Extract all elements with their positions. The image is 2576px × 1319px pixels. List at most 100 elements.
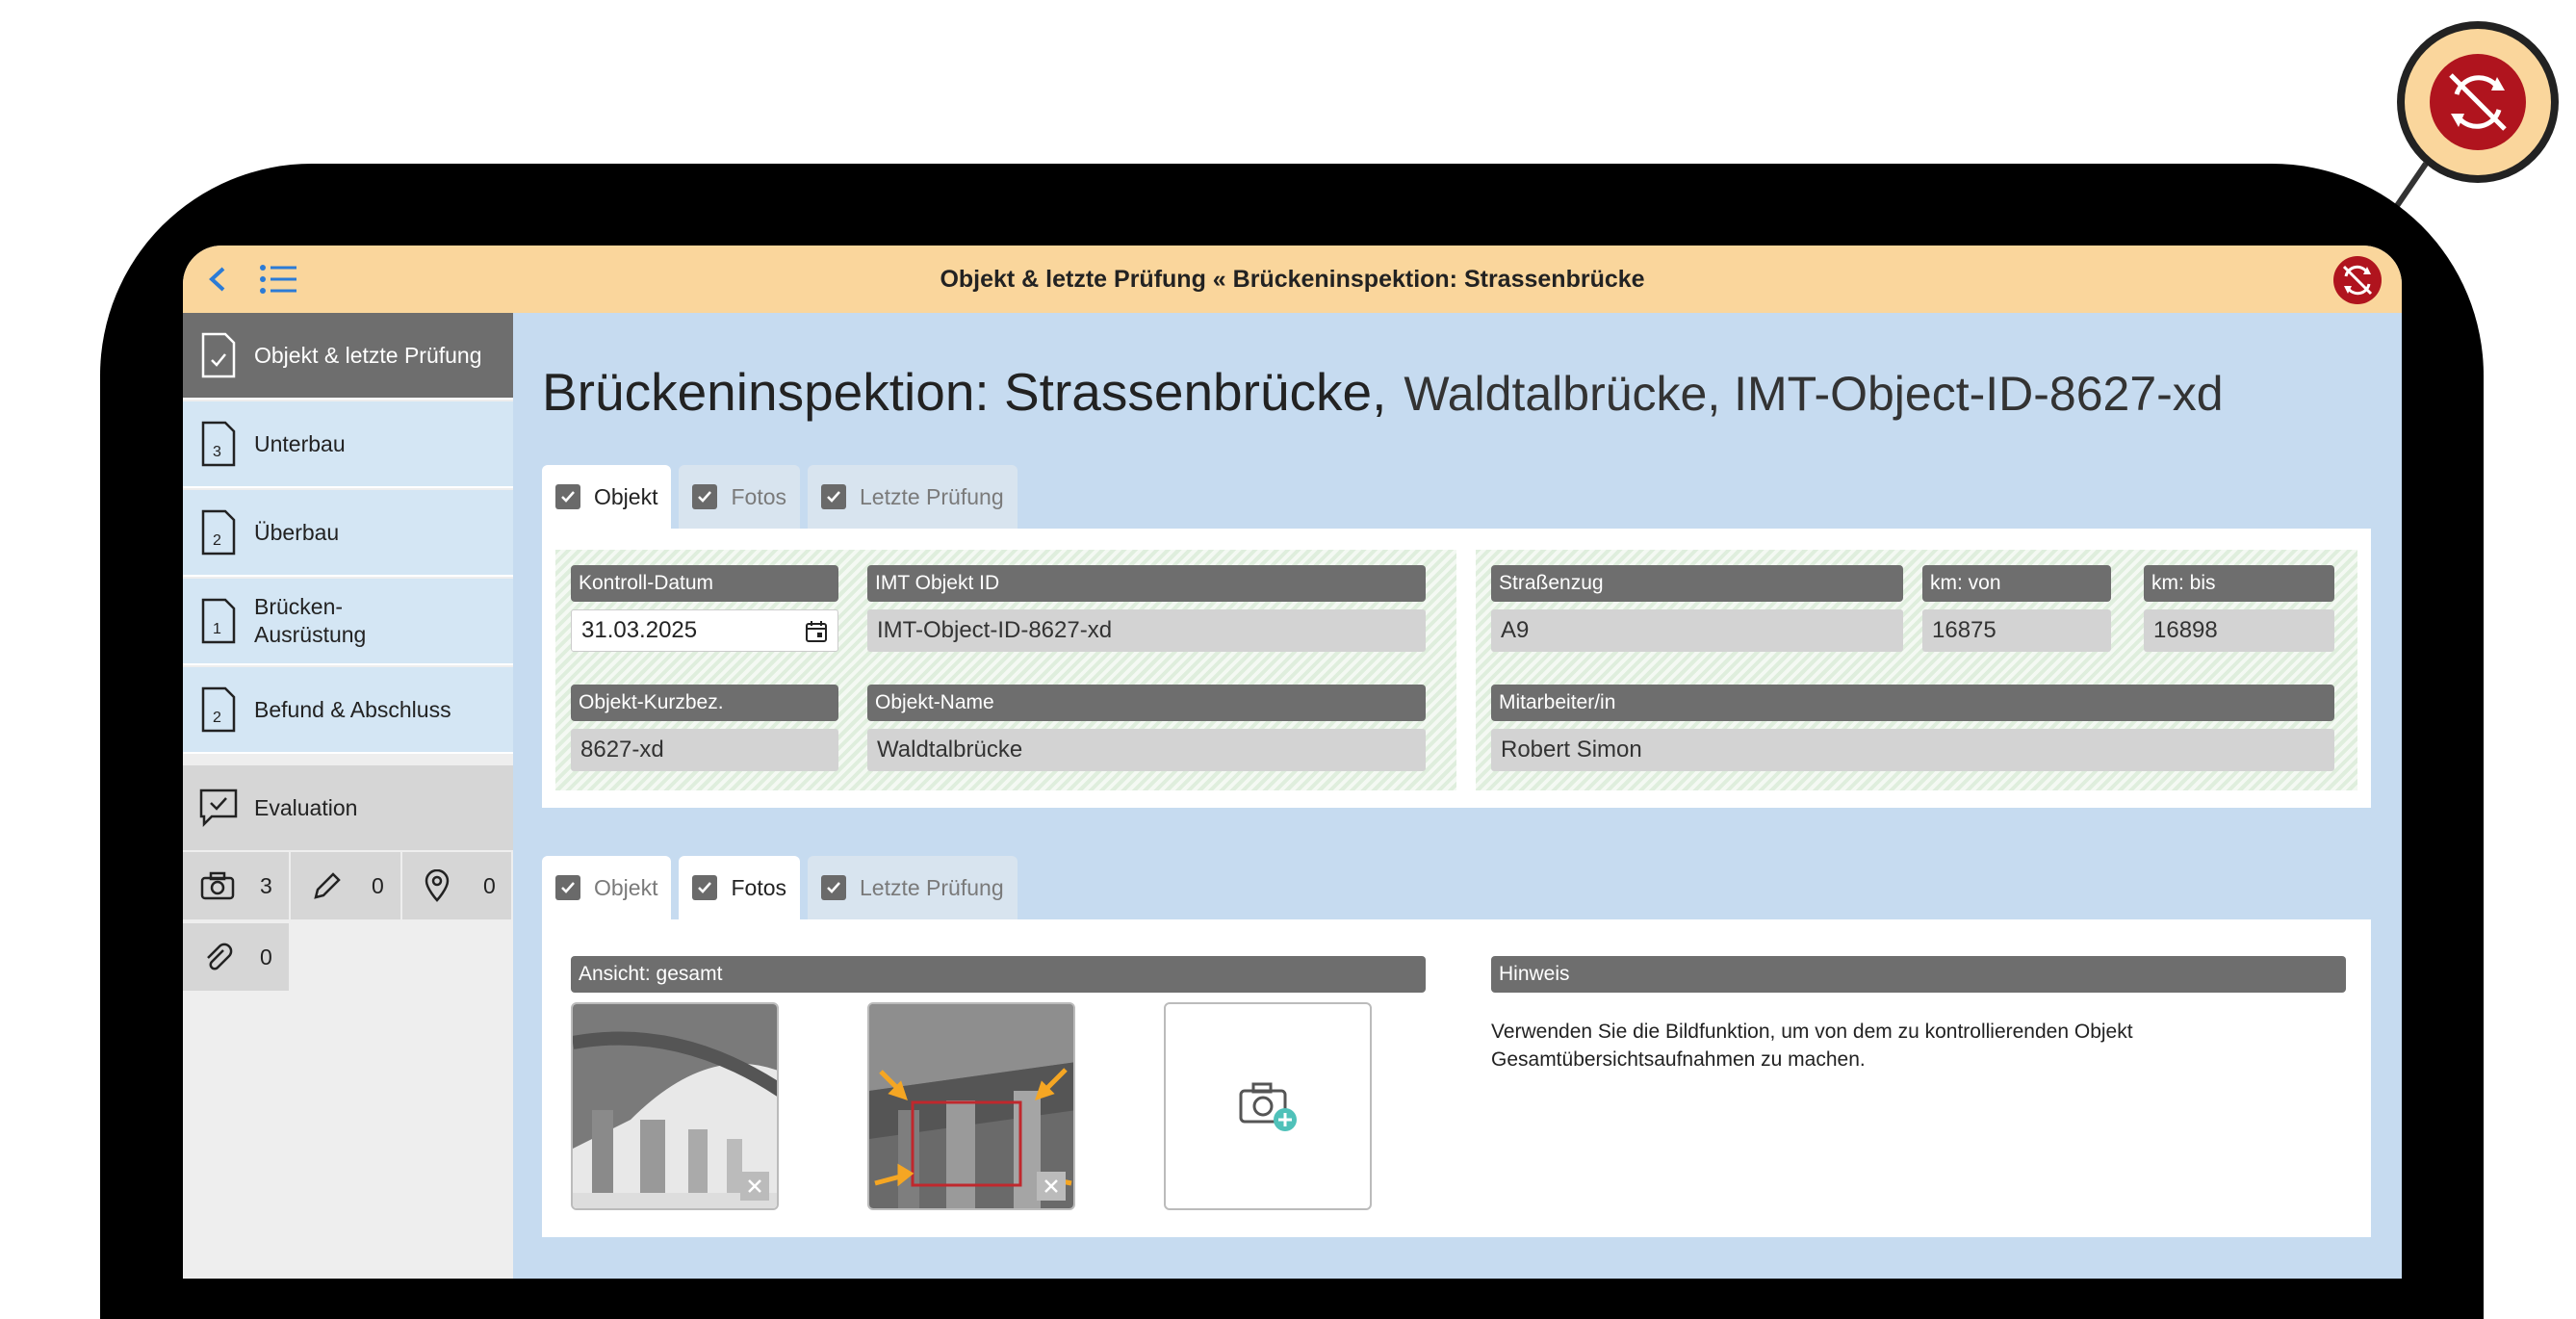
attachment-counter[interactable]: 0 [183, 921, 291, 991]
checkbox-icon [821, 875, 847, 900]
sidebar-item-unterbau[interactable]: 3 Unterbau [183, 401, 513, 488]
field-value[interactable]: 8627-xd [571, 729, 838, 771]
edit-counter[interactable]: 0 [291, 850, 402, 919]
km-von-field: km: von 16875 [1922, 565, 2111, 652]
close-icon [1044, 1179, 1058, 1193]
tab-bar-fotos: Objekt Fotos Letzte Prüfung [542, 856, 1025, 919]
hint-text: Verwenden Sie die Bildfunktion, um von d… [1491, 1021, 2133, 1071]
count-text: 3 [213, 444, 221, 460]
sidebar: Objekt & letzte Prüfung 3 Unterbau 2 Übe… [183, 313, 513, 1279]
field-label: Straßenzug [1491, 565, 1903, 602]
checkbox-icon [692, 484, 718, 509]
date-input[interactable]: 31.03.2025 [571, 609, 838, 652]
imt-objekt-id-field: IMT Objekt ID IMT-Object-ID-8627-xd [867, 565, 1426, 652]
field-label: Mitarbeiter/in [1491, 685, 2334, 721]
sidebar-item-label: Brücken- Ausrüstung [254, 594, 367, 647]
km-bis-field: km: bis 16898 [2144, 565, 2334, 652]
page-title: Objekt & letzte Prüfung « Brückeninspekt… [940, 265, 1645, 293]
pencil-icon [314, 872, 341, 899]
tab-objekt[interactable]: Objekt [542, 856, 672, 919]
field-label: Objekt-Name [867, 685, 1426, 721]
close-icon [748, 1179, 761, 1193]
field-label: km: von [1922, 565, 2111, 602]
section-label: Hinweis [1491, 956, 2346, 993]
checkbox-icon [555, 875, 580, 900]
camera-add-icon [1239, 1082, 1297, 1131]
sidebar-item-ueberbau[interactable]: 2 Überbau [183, 490, 513, 577]
location-counter[interactable]: 0 [402, 850, 513, 919]
sidebar-item-label: Unterbau [254, 430, 346, 456]
document-icon: 2 [201, 509, 236, 556]
sync-disabled-icon[interactable] [2332, 255, 2383, 305]
kurzbez-field: Objekt-Kurzbez. 8627-xd [571, 685, 838, 771]
sidebar-item-befund[interactable]: 2 Befund & Abschluss [183, 667, 513, 754]
list-menu-icon[interactable] [258, 263, 300, 296]
tab-letzte-pruefung[interactable]: Letzte Prüfung [808, 465, 1018, 529]
tab-label: Letzte Prüfung [860, 874, 1004, 900]
add-photo-button[interactable] [1164, 1002, 1372, 1210]
sync-disabled-icon [2430, 54, 2526, 150]
fotos-panel: Ansicht: gesamt Hinweis Verwenden Sie di… [542, 919, 2371, 1237]
page-heading: Brückeninspektion: Strassenbrücke, Waldta… [542, 361, 2224, 423]
document-icon: 2 [201, 686, 236, 733]
location-count: 0 [483, 872, 496, 898]
tab-fotos[interactable]: Fotos [679, 465, 801, 529]
back-arrow-icon[interactable] [204, 263, 233, 296]
field-label: km: bis [2144, 565, 2334, 602]
field-label: Kontroll-Datum [571, 565, 838, 602]
field-value[interactable]: A9 [1491, 609, 1903, 652]
top-bar: Objekt & letzte Prüfung « Brückeninspekt… [183, 246, 2402, 313]
paperclip-icon [207, 943, 233, 970]
delete-photo-button[interactable] [1037, 1172, 1066, 1201]
ansicht-section: Ansicht: gesamt [571, 956, 1426, 993]
document-icon: 3 [201, 421, 236, 467]
sync-badge-callout [2397, 21, 2559, 183]
sidebar-item-objekt[interactable]: Objekt & letzte Prüfung [183, 313, 513, 400]
photo-counter[interactable]: 3 [183, 850, 291, 919]
checkbox-icon [821, 484, 847, 509]
document-check-icon [201, 332, 236, 378]
tab-label: Letzte Prüfung [860, 483, 1004, 509]
evaluation-label: Evaluation [254, 794, 358, 820]
tab-bar-objekt: Objekt Fotos Letzte Prüfung [542, 465, 1025, 529]
field-label: Objekt-Kurzbez. [571, 685, 838, 721]
field-value[interactable]: 16875 [1922, 609, 2111, 652]
tab-objekt[interactable]: Objekt [542, 465, 672, 529]
tab-letzte-pruefung[interactable]: Letzte Prüfung [808, 856, 1018, 919]
sidebar-item-ausruestung[interactable]: 1 Brücken- Ausrüstung [183, 579, 513, 665]
sidebar-item-label: Objekt & letzte Prüfung [254, 342, 482, 368]
field-value[interactable]: Waldtalbrücke [867, 729, 1426, 771]
heading-title: Brückeninspektion: Strassenbrücke, [542, 362, 1387, 422]
field-label: IMT Objekt ID [867, 565, 1426, 602]
objekt-panel: Kontroll-Datum 31.03.2025 IMT Objekt ID … [542, 529, 2371, 808]
field-value[interactable]: IMT-Object-ID-8627-xd [867, 609, 1426, 652]
section-label: Ansicht: gesamt [571, 956, 1426, 993]
count-text: 2 [213, 532, 221, 549]
field-value: 31.03.2025 [581, 617, 698, 643]
count-text: 1 [213, 621, 221, 637]
speech-check-icon [199, 789, 238, 828]
field-value[interactable]: 16898 [2144, 609, 2334, 652]
mitarbeiter-field: Mitarbeiter/in Robert Simon [1491, 685, 2334, 771]
calendar-icon[interactable] [805, 620, 828, 643]
camera-icon [200, 871, 235, 900]
sidebar-item-label: Befund & Abschluss [254, 696, 451, 722]
count-text: 2 [213, 710, 221, 726]
location-pin-icon [425, 869, 450, 902]
sidebar-item-evaluation[interactable]: Evaluation [183, 765, 513, 850]
kontroll-datum-field: Kontroll-Datum 31.03.2025 [571, 565, 838, 652]
tab-label: Fotos [731, 483, 787, 509]
sidebar-item-label: Überbau [254, 519, 340, 545]
photo-count: 3 [260, 872, 272, 898]
photo-thumbnail-1[interactable] [571, 1002, 779, 1210]
tab-label: Fotos [731, 874, 787, 900]
field-value[interactable]: Robert Simon [1491, 729, 2334, 771]
heading-subtitle: Waldtalbrücke, IMT-Object-ID-8627-xd [1404, 367, 2224, 421]
tab-label: Objekt [594, 874, 658, 900]
checkbox-icon [555, 484, 580, 509]
tab-fotos[interactable]: Fotos [679, 856, 801, 919]
objekt-name-field: Objekt-Name Waldtalbrücke [867, 685, 1426, 771]
delete-photo-button[interactable] [740, 1172, 769, 1201]
main-content: Brückeninspektion: Strassenbrücke, Waldta… [513, 313, 2402, 1279]
photo-thumbnail-2[interactable] [867, 1002, 1075, 1210]
